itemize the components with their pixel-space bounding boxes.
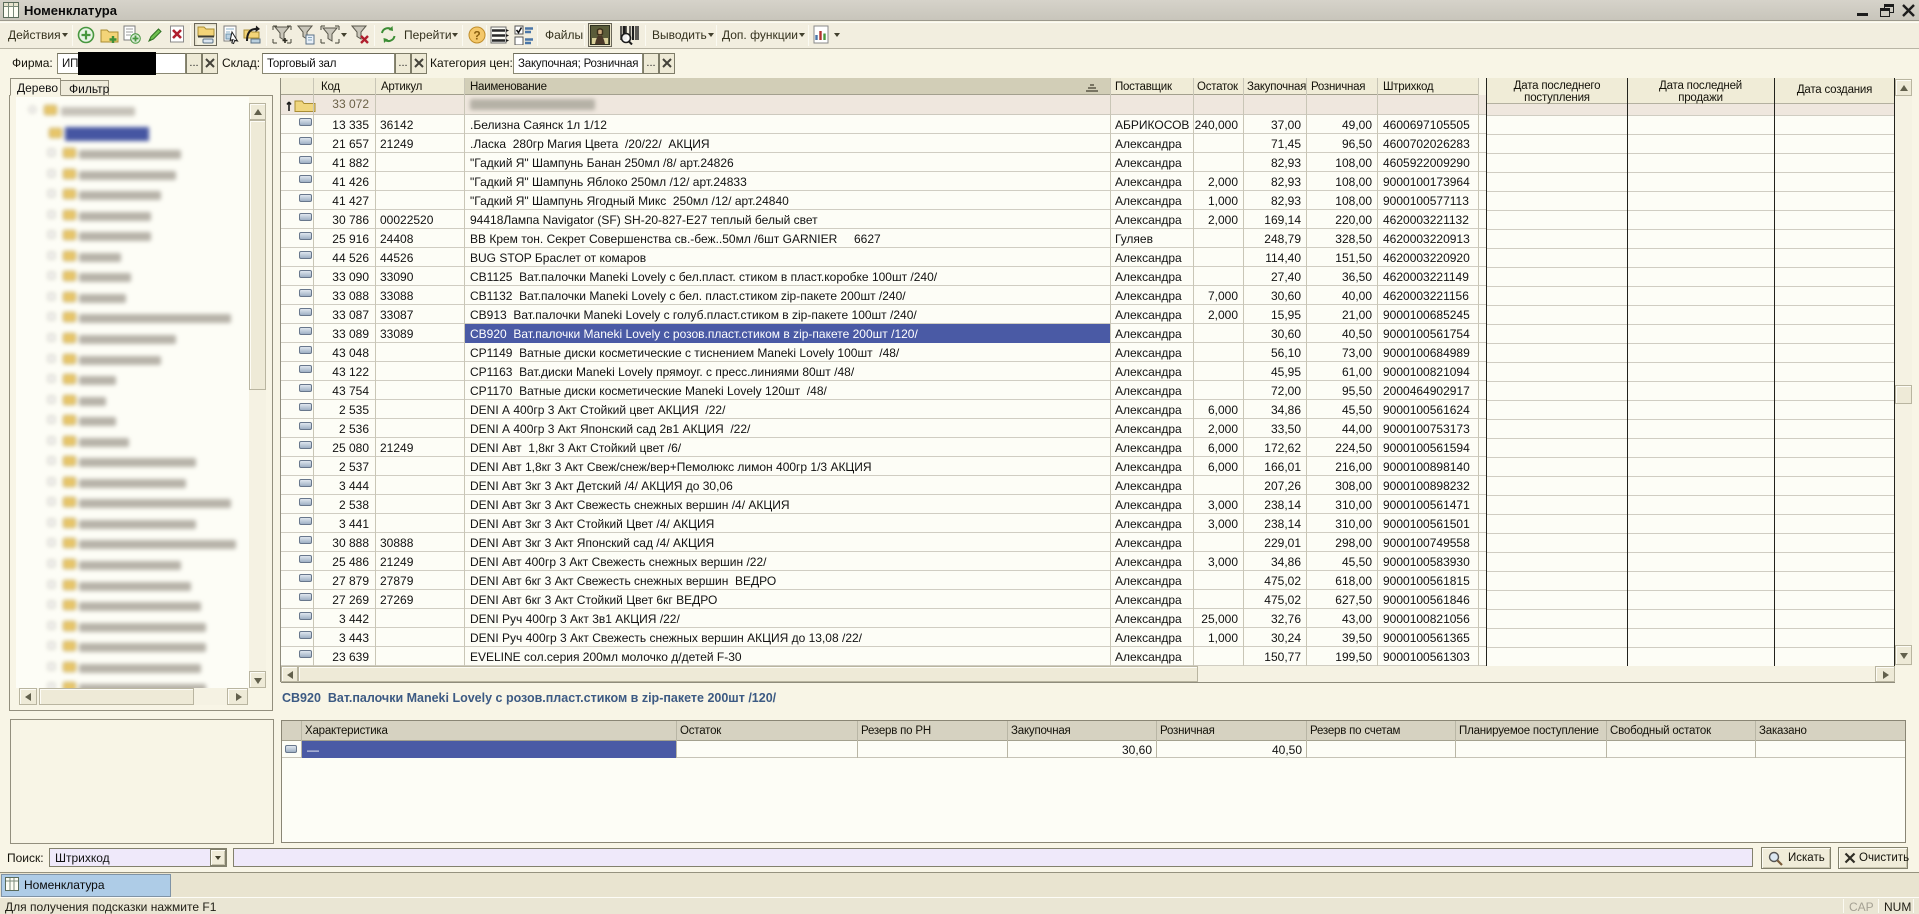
svg-text:?: ? [473,29,480,43]
